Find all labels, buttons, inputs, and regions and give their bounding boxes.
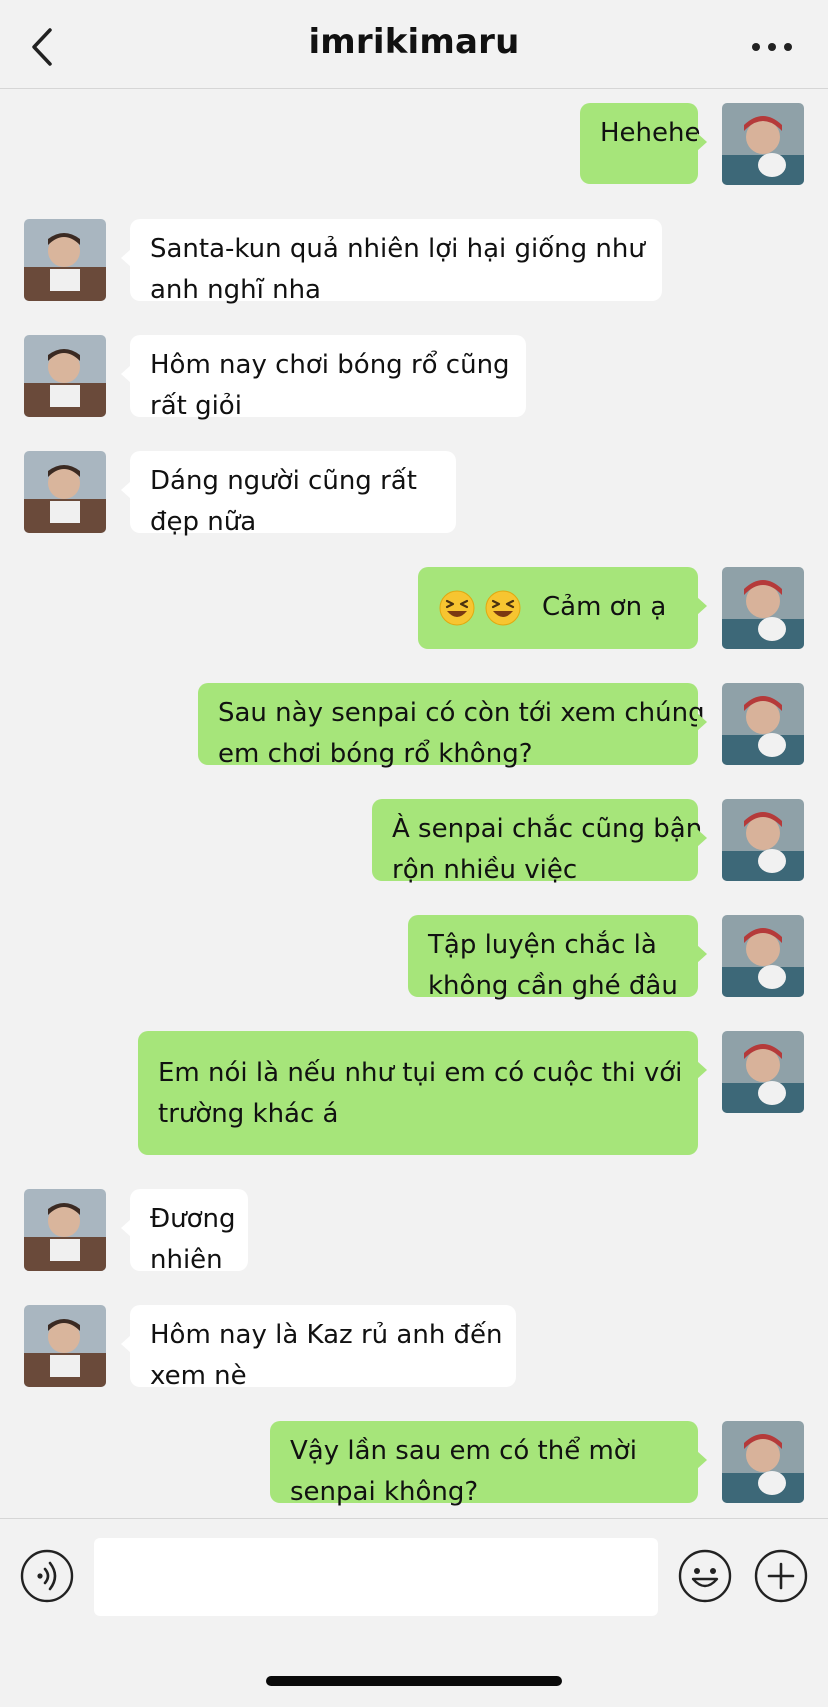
chat-title: imrikimaru bbox=[308, 22, 520, 62]
message-text: Sau này senpai có còn tới xem chúng bbox=[218, 698, 705, 728]
more-horizontal-icon bbox=[752, 43, 792, 51]
message-text: Em nói là nếu như tụi em có cuộc thi với bbox=[158, 1058, 683, 1088]
message-bubble-outgoing[interactable]: Tập luyện chắc là không cần ghé đâu bbox=[408, 915, 707, 1001]
avatar-contact[interactable] bbox=[24, 1305, 106, 1387]
message-text: Tập luyện chắc là bbox=[428, 930, 657, 960]
message-text: trường khác á bbox=[158, 1099, 339, 1129]
message-bubble-incoming[interactable]: Dáng người cũng rất đẹp nữa bbox=[121, 451, 456, 537]
message-text: À senpai chắc cũng bận bbox=[392, 814, 703, 844]
message-text: Hôm nay là Kaz rủ anh đến bbox=[150, 1320, 503, 1350]
message-text: Dáng người cũng rất bbox=[150, 466, 417, 496]
message-bubble-outgoing[interactable]: Cảm ơn ạ bbox=[418, 567, 707, 649]
laughing-face-emoji bbox=[439, 590, 475, 625]
avatar-self[interactable] bbox=[722, 683, 804, 765]
more-actions-button[interactable] bbox=[754, 1549, 808, 1603]
message-list[interactable]: Hehehe Santa-kun quả nhiên lợi hại giống… bbox=[0, 89, 828, 1517]
message-text: không cần ghé đâu bbox=[428, 971, 678, 1001]
message-bubble-incoming[interactable]: Hôm nay là Kaz rủ anh đến xem nè bbox=[121, 1305, 516, 1391]
message-text: rộn nhiều việc bbox=[392, 855, 578, 885]
avatar-self[interactable] bbox=[722, 567, 804, 649]
voice-button[interactable] bbox=[20, 1549, 74, 1603]
avatar-self[interactable] bbox=[722, 1031, 804, 1113]
avatar-contact[interactable] bbox=[24, 219, 106, 301]
avatar-contact[interactable] bbox=[24, 451, 106, 533]
message-text: Vậy lần sau em có thể mời bbox=[290, 1436, 637, 1466]
message-text: Hehehe bbox=[600, 118, 701, 148]
avatar-self[interactable] bbox=[722, 799, 804, 881]
message-bubble-outgoing[interactable]: Vậy lần sau em có thể mời senpai không? bbox=[270, 1421, 707, 1507]
message-text: anh nghĩ nha bbox=[150, 275, 321, 305]
plus-icon bbox=[754, 1549, 808, 1603]
emoji-line: Cảm ơn ạ bbox=[438, 587, 680, 628]
message-input[interactable] bbox=[94, 1538, 658, 1616]
message-bubble-incoming[interactable]: Santa-kun quả nhiên lợi hại giống như an… bbox=[121, 219, 662, 305]
laughing-face-emoji bbox=[485, 590, 521, 625]
message-text: Hôm nay chơi bóng rổ cũng bbox=[150, 350, 510, 380]
message-text: Đương bbox=[150, 1204, 236, 1234]
message-text: senpai không? bbox=[290, 1477, 479, 1507]
message-text: Cảm ơn ạ bbox=[542, 592, 667, 622]
emoji-icon bbox=[678, 1549, 732, 1603]
message-bubble-outgoing[interactable]: À senpai chắc cũng bận rộn nhiều việc bbox=[372, 799, 707, 885]
message-bubble-outgoing[interactable]: Hehehe bbox=[580, 103, 707, 184]
home-indicator[interactable] bbox=[266, 1676, 562, 1686]
avatar-self[interactable] bbox=[722, 1421, 804, 1503]
message-bubble-outgoing[interactable]: Sau này senpai có còn tới xem chúng em c… bbox=[198, 683, 707, 769]
message-text: đẹp nữa bbox=[150, 507, 257, 537]
message-text: nhiên bbox=[150, 1245, 223, 1275]
message-bubble-incoming[interactable]: Đương nhiên bbox=[121, 1189, 248, 1275]
chat-header: imrikimaru bbox=[0, 0, 828, 89]
more-button[interactable] bbox=[746, 32, 798, 62]
avatar-self[interactable] bbox=[722, 915, 804, 997]
voice-icon bbox=[20, 1549, 74, 1603]
message-bubble-outgoing[interactable]: Em nói là nếu như tụi em có cuộc thi với… bbox=[138, 1031, 707, 1155]
emoji-button[interactable] bbox=[678, 1549, 732, 1603]
message-text: xem nè bbox=[150, 1361, 247, 1391]
avatar-self[interactable] bbox=[722, 103, 804, 185]
avatar-contact[interactable] bbox=[24, 335, 106, 417]
message-text: rất giỏi bbox=[150, 391, 242, 421]
message-text: Santa-kun quả nhiên lợi hại giống như bbox=[150, 234, 645, 264]
message-bubble-incoming[interactable]: Hôm nay chơi bóng rổ cũng rất giỏi bbox=[121, 335, 526, 421]
avatar-contact[interactable] bbox=[24, 1189, 106, 1271]
message-text: em chơi bóng rổ không? bbox=[218, 739, 533, 769]
